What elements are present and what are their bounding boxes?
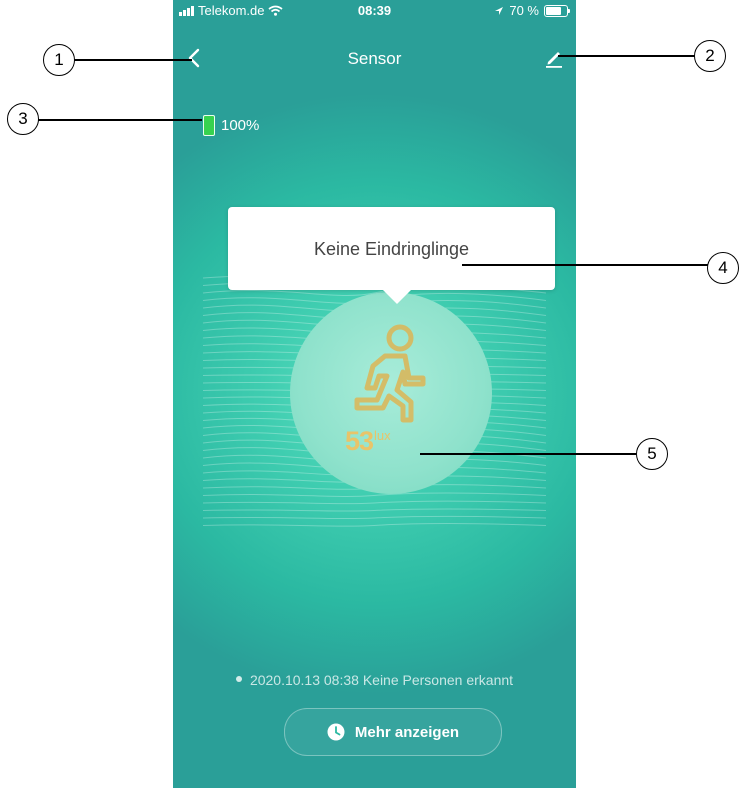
- callout-4: 4: [707, 252, 739, 284]
- pencil-icon[interactable]: [542, 46, 566, 70]
- wave-line: [202, 500, 547, 505]
- callout-5-line: [420, 453, 636, 455]
- callout-5: 5: [636, 438, 668, 470]
- location-arrow-icon: [495, 6, 504, 15]
- clock-icon: [327, 723, 345, 741]
- callout-3-line: [38, 119, 202, 121]
- callout-1-line: [74, 59, 192, 61]
- callout-2-line: [558, 55, 695, 57]
- device-battery-label: 100%: [221, 117, 260, 134]
- callout-2: 2: [694, 40, 726, 72]
- event-dot: [235, 676, 242, 683]
- device-battery: 100%: [203, 115, 259, 136]
- status-right: 70 %: [494, 3, 570, 18]
- more-button-label: Mehr anzeigen: [354, 723, 460, 741]
- running-person-icon: [354, 324, 426, 423]
- status-popup-text: Keine Eindringlinge: [313, 239, 470, 259]
- illuminance-readout: 53lux: [345, 426, 391, 457]
- wave-line: [202, 523, 547, 527]
- wave-line: [202, 508, 547, 512]
- battery-icon: [544, 4, 570, 17]
- status-bar: Telekom.de 08:39 70 %: [173, 0, 576, 20]
- wave-line: [202, 515, 547, 520]
- nav-bar: Sensor: [173, 38, 576, 78]
- device-battery-icon: [203, 115, 215, 136]
- illuminance-value: 53: [345, 426, 374, 456]
- more-button[interactable]: Mehr anzeigen: [284, 708, 502, 756]
- latest-event-text: 2020.10.13 08:38 Keine Personen erkannt: [249, 672, 514, 688]
- wave-line: [202, 492, 547, 497]
- page-title: Sensor: [347, 49, 402, 68]
- callout-1: 1: [43, 44, 75, 76]
- battery-percent: 70 %: [509, 3, 539, 18]
- status-popup: Keine Eindringlinge: [228, 207, 555, 304]
- callout-4-line: [462, 264, 708, 266]
- callout-3: 3: [7, 103, 39, 135]
- latest-event: 2020.10.13 08:38 Keine Personen erkannt: [173, 672, 576, 688]
- phone-screen: Telekom.de 08:39 70 % Sensor 100% 53lux …: [173, 0, 576, 788]
- illuminance-unit: lux: [374, 428, 391, 443]
